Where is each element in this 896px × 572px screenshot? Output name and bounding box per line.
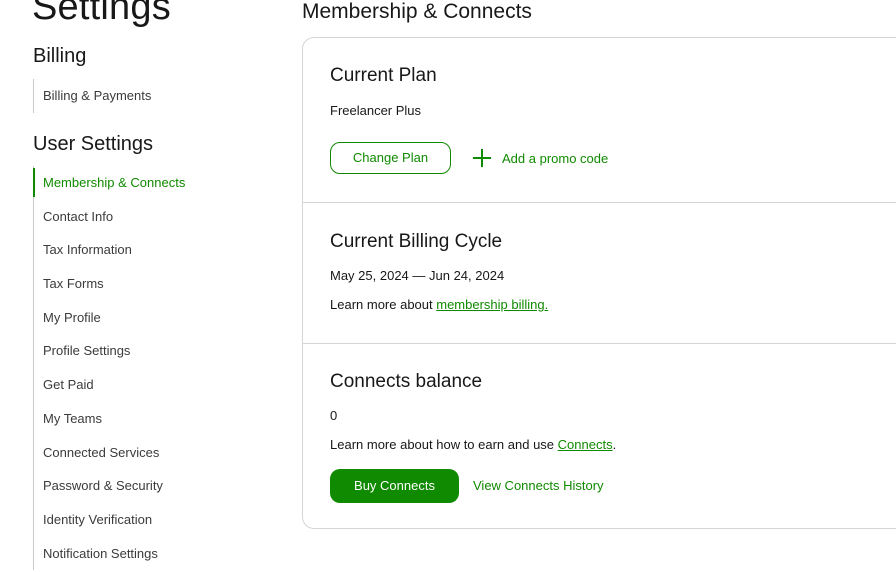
add-promo-code-label: Add a promo code [502, 150, 609, 166]
buy-connects-button[interactable]: Buy Connects [330, 469, 459, 503]
sidebar-item-membership-connects[interactable]: Membership & Connects [33, 166, 264, 200]
plan-name: Freelancer Plus [330, 103, 422, 118]
billing-cycle-heading: Current Billing Cycle [330, 231, 503, 252]
billing-heading: Billing [33, 45, 87, 67]
add-promo-code-link[interactable]: Add a promo code [473, 149, 608, 167]
view-connects-history-link[interactable]: View Connects History [473, 478, 604, 493]
section-divider [303, 202, 896, 203]
sidebar-item-tax-information[interactable]: Tax Information [34, 233, 264, 267]
sidebar-item-identity-verification[interactable]: Identity Verification [34, 503, 264, 537]
change-plan-button[interactable]: Change Plan [330, 142, 451, 174]
billing-cycle-dates: May 25, 2024 — Jun 24, 2024 [330, 268, 505, 283]
sidebar-item-contact-info[interactable]: Contact Info [34, 200, 264, 234]
sidebar-item-connected-services[interactable]: Connected Services [34, 436, 264, 470]
connects-balance-value: 0 [330, 408, 338, 423]
plus-icon [473, 149, 491, 167]
page-title: Settings [32, 0, 171, 28]
connects-learn-prefix: Learn more about how to earn and use [330, 437, 558, 452]
sidebar-item-my-teams[interactable]: My Teams [34, 402, 264, 436]
sidebar-item-get-paid[interactable]: Get Paid [34, 368, 264, 402]
user-settings-nav-group: Membership & Connects Contact Info Tax I… [33, 166, 264, 571]
sidebar-item-my-profile[interactable]: My Profile [34, 301, 264, 335]
current-plan-heading: Current Plan [330, 65, 437, 86]
connects-learn-more: Learn more about how to earn and use Con… [330, 437, 616, 452]
connects-learn-suffix: . [612, 437, 617, 452]
connects-balance-heading: Connects balance [330, 371, 483, 392]
membership-card: Current Plan Freelancer Plus Change Plan… [302, 37, 896, 529]
billing-learn-prefix: Learn more about [330, 297, 437, 312]
connects-link[interactable]: Connects [558, 437, 613, 452]
membership-billing-link[interactable]: membership billing. [436, 297, 548, 312]
sidebar-item-password-security[interactable]: Password & Security [34, 469, 264, 503]
sidebar-item-notification-settings[interactable]: Notification Settings [34, 537, 264, 571]
billing-learn-more: Learn more about membership billing. [330, 297, 548, 312]
section-title: Membership & Connects [302, 0, 532, 23]
billing-nav-group: Billing & Payments [33, 79, 264, 113]
sidebar-item-billing-payments[interactable]: Billing & Payments [34, 79, 264, 113]
section-divider [303, 343, 896, 344]
sidebar-item-profile-settings[interactable]: Profile Settings [34, 334, 264, 368]
sidebar-item-tax-forms[interactable]: Tax Forms [34, 267, 264, 301]
user-settings-heading: User Settings [33, 133, 154, 155]
